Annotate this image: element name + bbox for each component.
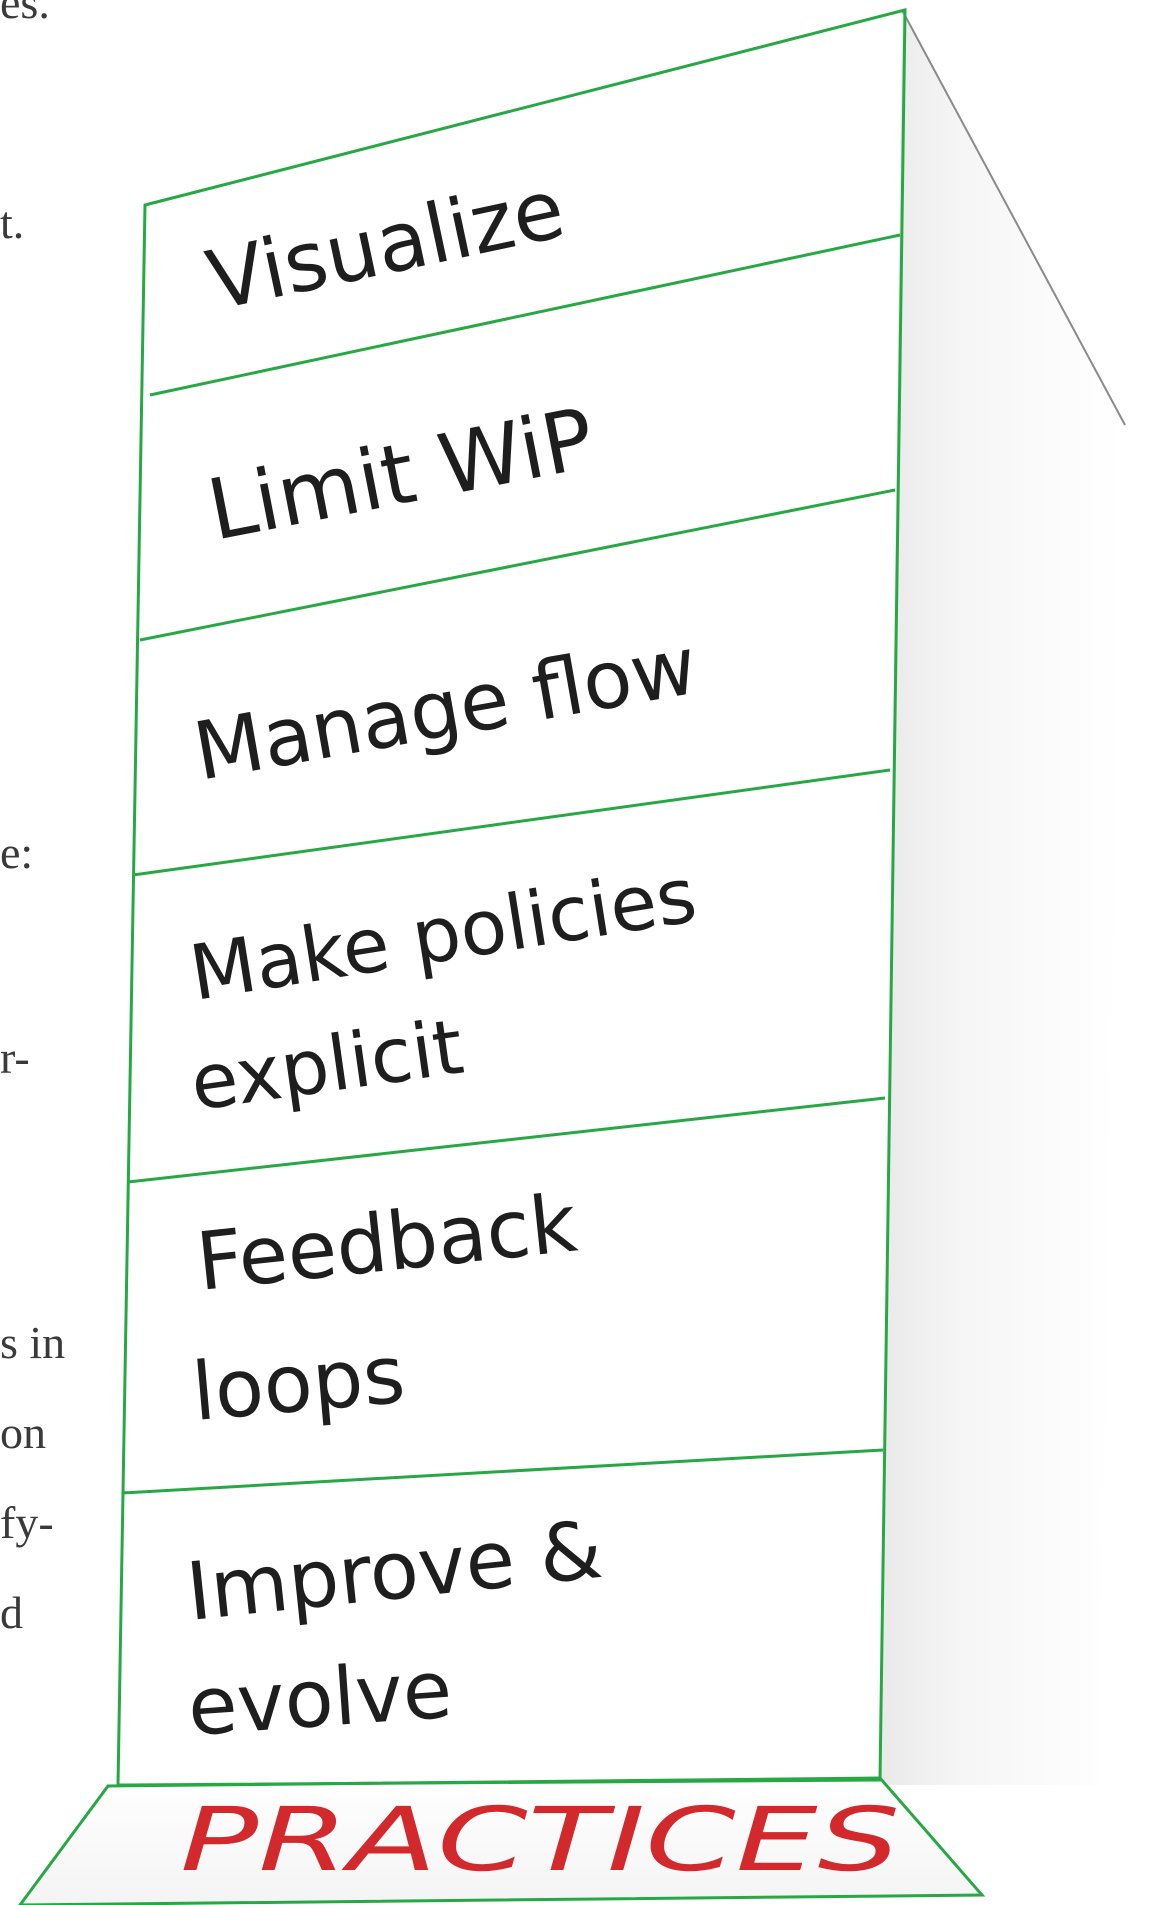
- block-label: Feedback: [192, 1177, 581, 1309]
- block-label: Improve &: [182, 1503, 606, 1639]
- block-label: Visualize: [199, 162, 572, 330]
- practices-tower-diagram: Visualize Limit WiP Manage flow Make pol…: [18, 8, 1126, 1905]
- base-label: PRACTICES: [180, 1788, 900, 1891]
- block-label: Limit WiP: [200, 389, 602, 560]
- block-label: Make policies: [184, 850, 702, 1018]
- block-label: Manage flow: [187, 619, 703, 799]
- divider-line: [121, 1448, 884, 1495]
- block-label: explicit: [185, 1002, 468, 1128]
- block-label: loops: [189, 1328, 409, 1439]
- block-labels: Visualize Limit WiP Manage flow Make pol…: [182, 162, 703, 1754]
- block-label: evolve: [185, 1643, 455, 1754]
- tower-side-face: [880, 10, 1122, 1785]
